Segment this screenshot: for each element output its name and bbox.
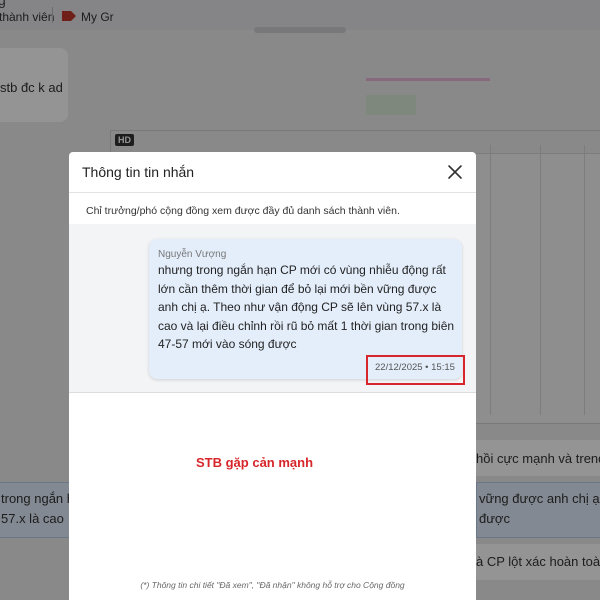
dialog-header: Thông tin tin nhắn (69, 152, 476, 193)
footnote: (*) Thông tin chi tiết "Đã xem", "Đã nhậ… (140, 580, 405, 590)
timestamp-highlight: 22/12/2025 • 15:15 (366, 355, 465, 385)
message-preview-area: Nguyễn Vượng nhưng trong ngắn hạn CP mới… (69, 224, 476, 393)
annotation-text: STB gặp cản mạnh (196, 455, 314, 470)
permission-notice: Chỉ trưởng/phó cộng đồng xem được đầy đủ… (86, 205, 400, 217)
message-timestamp: 22/12/2025 • 15:15 (375, 362, 455, 373)
message-info-dialog: Thông tin tin nhắn Chỉ trưởng/phó cộng đ… (69, 152, 476, 600)
message-text: nhưng trong ngắn hạn CP mới có vùng nhiễ… (158, 263, 455, 351)
message-bubble: Nguyễn Vượng nhưng trong ngắn hạn CP mới… (149, 239, 465, 385)
dialog-title: Thông tin tin nhắn (82, 164, 195, 180)
close-icon (448, 165, 462, 179)
sender-name: Nguyễn Vượng (158, 249, 227, 260)
close-button[interactable] (444, 161, 466, 183)
